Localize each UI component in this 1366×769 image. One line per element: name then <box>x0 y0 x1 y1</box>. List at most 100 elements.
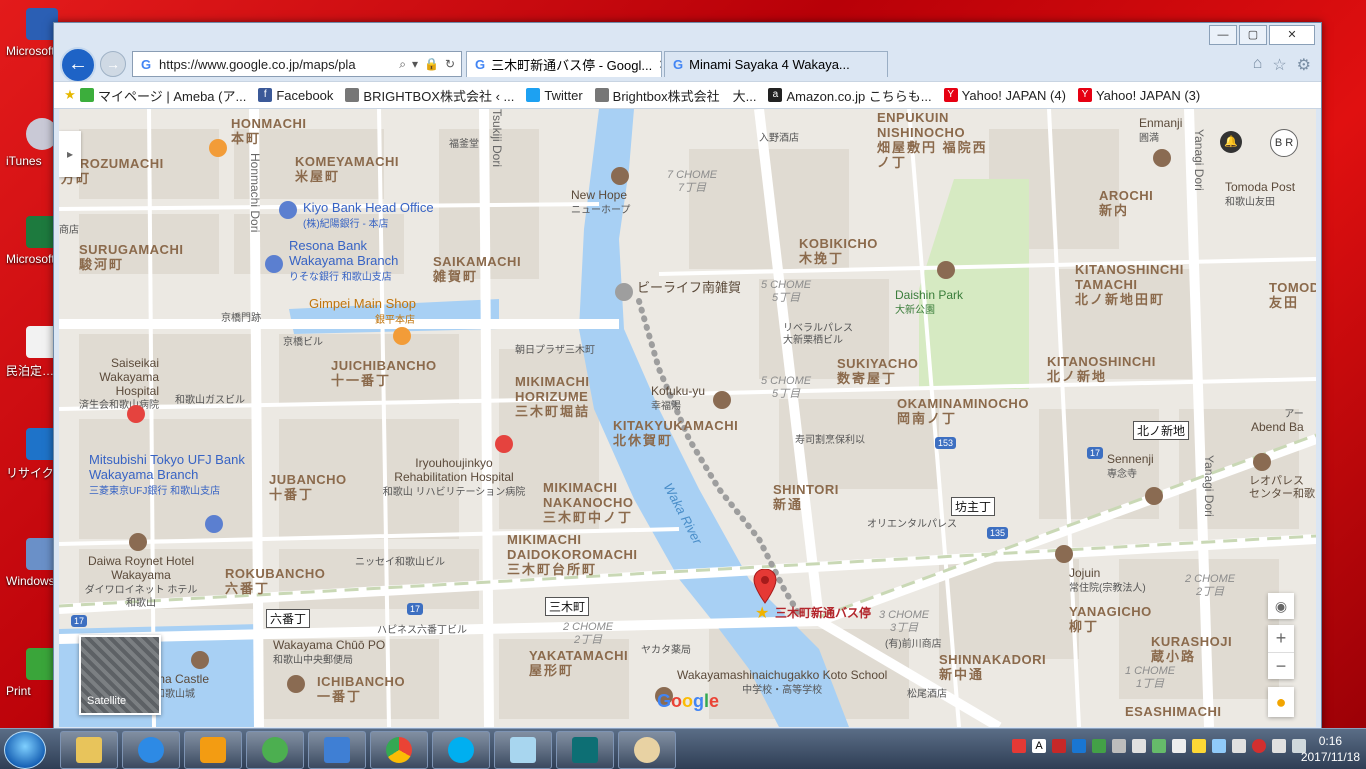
hospital-icon[interactable] <box>495 435 513 453</box>
close-button[interactable]: ✕ <box>1269 25 1315 45</box>
restaurant-icon[interactable] <box>209 139 227 157</box>
address-url[interactable]: https://www.google.co.jp/maps/pla <box>159 57 393 72</box>
place-icon[interactable] <box>615 283 633 301</box>
taskbar-ie[interactable] <box>122 731 180 769</box>
selected-bus-stop-label[interactable]: 三木町新通バス停 <box>775 606 871 621</box>
taskbar-network[interactable] <box>246 731 304 769</box>
satellite-toggle[interactable]: Satellite <box>79 635 161 715</box>
temple-icon[interactable] <box>1145 487 1163 505</box>
poi-kiyo-bank[interactable]: Kiyo Bank Head Office (株)紀陽銀行 - 本店 <box>303 200 434 231</box>
poi-new-hope[interactable]: New Hope ニューホープ <box>571 188 630 217</box>
poi-abend[interactable]: アー Abend Ba <box>1251 407 1304 435</box>
poi-b-life[interactable]: ビーライフ南雑賀 <box>637 280 741 296</box>
minimize-button[interactable]: — <box>1209 25 1237 45</box>
my-location-button[interactable]: ◉ <box>1268 593 1294 619</box>
tray-app-icon[interactable] <box>1112 739 1126 753</box>
zoom-out-button[interactable]: − <box>1268 652 1294 680</box>
poi-mufg-bank[interactable]: Mitsubishi Tokyo UFJ Bank Wakayama Branc… <box>89 452 249 498</box>
dropdown-icon[interactable]: ▾ <box>412 57 418 72</box>
favorite-amazon[interactable]: a Amazon.co.jp こちらも... <box>768 86 932 105</box>
tray-app-icon[interactable] <box>1212 739 1226 753</box>
address-bar[interactable]: G https://www.google.co.jp/maps/pla ⌕ ▾ … <box>132 51 462 77</box>
start-button[interactable] <box>4 731 46 769</box>
poi-leopalace[interactable]: レオパレス センター和歌 <box>1249 475 1315 500</box>
poi-wakayama-po[interactable]: Wakayama Chūō PO 和歌山中央郵便局 <box>273 638 385 667</box>
poi-daishin-park[interactable]: Daishin Park 大新公園 <box>895 288 963 317</box>
selected-location-pin-icon[interactable] <box>753 569 777 605</box>
desktop-icon-recycle[interactable]: リサイクル P <box>0 428 58 481</box>
poi-jojuin[interactable]: Jojuin 常住院(宗教法人) <box>1069 566 1146 595</box>
post-office-icon[interactable] <box>287 675 305 693</box>
poi-wakayama-castle[interactable]: ma Castle 和歌山城 <box>155 672 209 701</box>
poi-gimpei[interactable]: Gimpei Main Shop 銀平本店 <box>309 296 416 327</box>
favorite-brightbox-2[interactable]: Brightbox株式会社 大... <box>594 86 756 105</box>
ime-mode-indicator[interactable]: A <box>1032 739 1046 753</box>
poi-sennenji[interactable]: Sennenji 専念寺 <box>1107 452 1154 481</box>
place-icon[interactable] <box>611 167 629 185</box>
park-icon[interactable] <box>937 261 955 279</box>
place-icon[interactable] <box>713 391 731 409</box>
desktop-icon-print[interactable]: Print <box>0 648 58 698</box>
poi-tomoda-post[interactable]: Tomoda Post 和歌山友田 <box>1225 180 1295 209</box>
taskbar-explorer[interactable] <box>60 731 118 769</box>
forward-button[interactable]: → <box>100 51 126 77</box>
temple-icon[interactable] <box>1153 149 1171 167</box>
taskbar-clock[interactable]: 0:16 2017/11/18 <box>1301 733 1360 765</box>
flag-icon[interactable] <box>1272 739 1286 753</box>
favorite-brightbox[interactable]: BRIGHTBOX株式会社 ‹ ... <box>345 86 514 105</box>
poi-daiwa-roynet[interactable]: Daiwa Roynet Hotel Wakayama ダイワロイネット ホテル和… <box>81 554 201 610</box>
notification-bell-icon[interactable]: 🔔 <box>1220 131 1242 153</box>
map-canvas[interactable]: HONMACHI 本町 KOMEYAMACHI 米屋町 TOROZUMACHI 万町 … <box>59 109 1316 727</box>
taskbar-skype[interactable] <box>432 731 490 769</box>
home-icon[interactable]: ⌂ <box>1253 55 1263 75</box>
street-view-pegman-icon[interactable]: ● <box>1268 687 1294 717</box>
tray-app-icon[interactable] <box>1012 739 1026 753</box>
tray-app-icon[interactable] <box>1072 739 1086 753</box>
favorites-star-icon[interactable]: ★ <box>60 87 80 103</box>
taskbar-chrome[interactable] <box>370 731 428 769</box>
tray-app-icon[interactable] <box>1132 739 1146 753</box>
bank-icon[interactable] <box>279 201 297 219</box>
favorite-ameba[interactable]: マイページ | Ameba (ア... <box>80 86 246 105</box>
favorite-twitter[interactable]: Twitter <box>526 88 583 103</box>
desktop-icon-windows[interactable]: Windows <box>0 538 58 588</box>
taskbar-notes[interactable] <box>494 731 552 769</box>
tray-app-icon[interactable] <box>1152 739 1166 753</box>
tab-maps[interactable]: G 三木町新通バス停 - Googl... ✕ <box>466 51 662 77</box>
tray-app-icon[interactable] <box>1252 739 1266 753</box>
taskbar-media[interactable] <box>184 731 242 769</box>
bus-stop-star-icon[interactable]: ★ <box>755 605 769 623</box>
poi-saiseikai-hospital[interactable]: Saiseikai Wakayama Hospital 済生会和歌山病院 <box>59 356 159 412</box>
tray-app-icon[interactable] <box>1232 739 1246 753</box>
taskbar-paint[interactable] <box>618 731 676 769</box>
temple-icon[interactable] <box>1055 545 1073 563</box>
zoom-in-button[interactable]: + <box>1268 625 1294 652</box>
bank-icon[interactable] <box>205 515 223 533</box>
taskbar-remote[interactable] <box>308 731 366 769</box>
back-button[interactable]: ← <box>60 47 96 83</box>
poi-kofuku-yu[interactable]: Kofuku-yu 幸福湯 <box>651 384 705 413</box>
settings-gear-icon[interactable]: ⚙ <box>1297 55 1311 75</box>
maximize-button[interactable]: ▢ <box>1239 25 1267 45</box>
tray-app-icon[interactable] <box>1092 739 1106 753</box>
poi-resona-bank[interactable]: Resona Bank Wakayama Branch りそな銀行 和歌山支店 <box>289 238 419 284</box>
castle-icon[interactable] <box>191 651 209 669</box>
hotel-icon[interactable] <box>129 533 147 551</box>
poi-rehab-hospital[interactable]: Iryouhoujinkyo Rehabilitation Hospital 和歌… <box>379 456 529 498</box>
desktop-icon-excel[interactable]: Microsoft Excel 20 <box>0 216 58 266</box>
desktop-icon-document[interactable]: 民泊定… <box>0 326 58 379</box>
favorite-facebook[interactable]: f Facebook <box>258 88 333 103</box>
restaurant-icon[interactable] <box>393 327 411 345</box>
tray-app-icon[interactable] <box>1052 739 1066 753</box>
favorite-yahoo-3[interactable]: Y Yahoo! JAPAN (3) <box>1077 88 1200 103</box>
tab-close-icon[interactable]: ✕ <box>652 57 661 73</box>
tab-minami-sayaka[interactable]: G Minami Sayaka 4 Wakaya... <box>664 51 888 77</box>
hospital-icon[interactable] <box>127 405 145 423</box>
search-icon[interactable]: ⌕ <box>399 57 406 72</box>
desktop-icon-word[interactable]: Microsoft Word 20 <box>0 8 58 58</box>
account-avatar[interactable]: B R <box>1270 129 1298 157</box>
lock-icon[interactable]: 🔒 <box>424 57 439 72</box>
side-panel-toggle[interactable]: ▸ <box>59 131 81 177</box>
taskbar-publisher[interactable] <box>556 731 614 769</box>
favorite-yahoo-4[interactable]: Y Yahoo! JAPAN (4) <box>943 88 1066 103</box>
